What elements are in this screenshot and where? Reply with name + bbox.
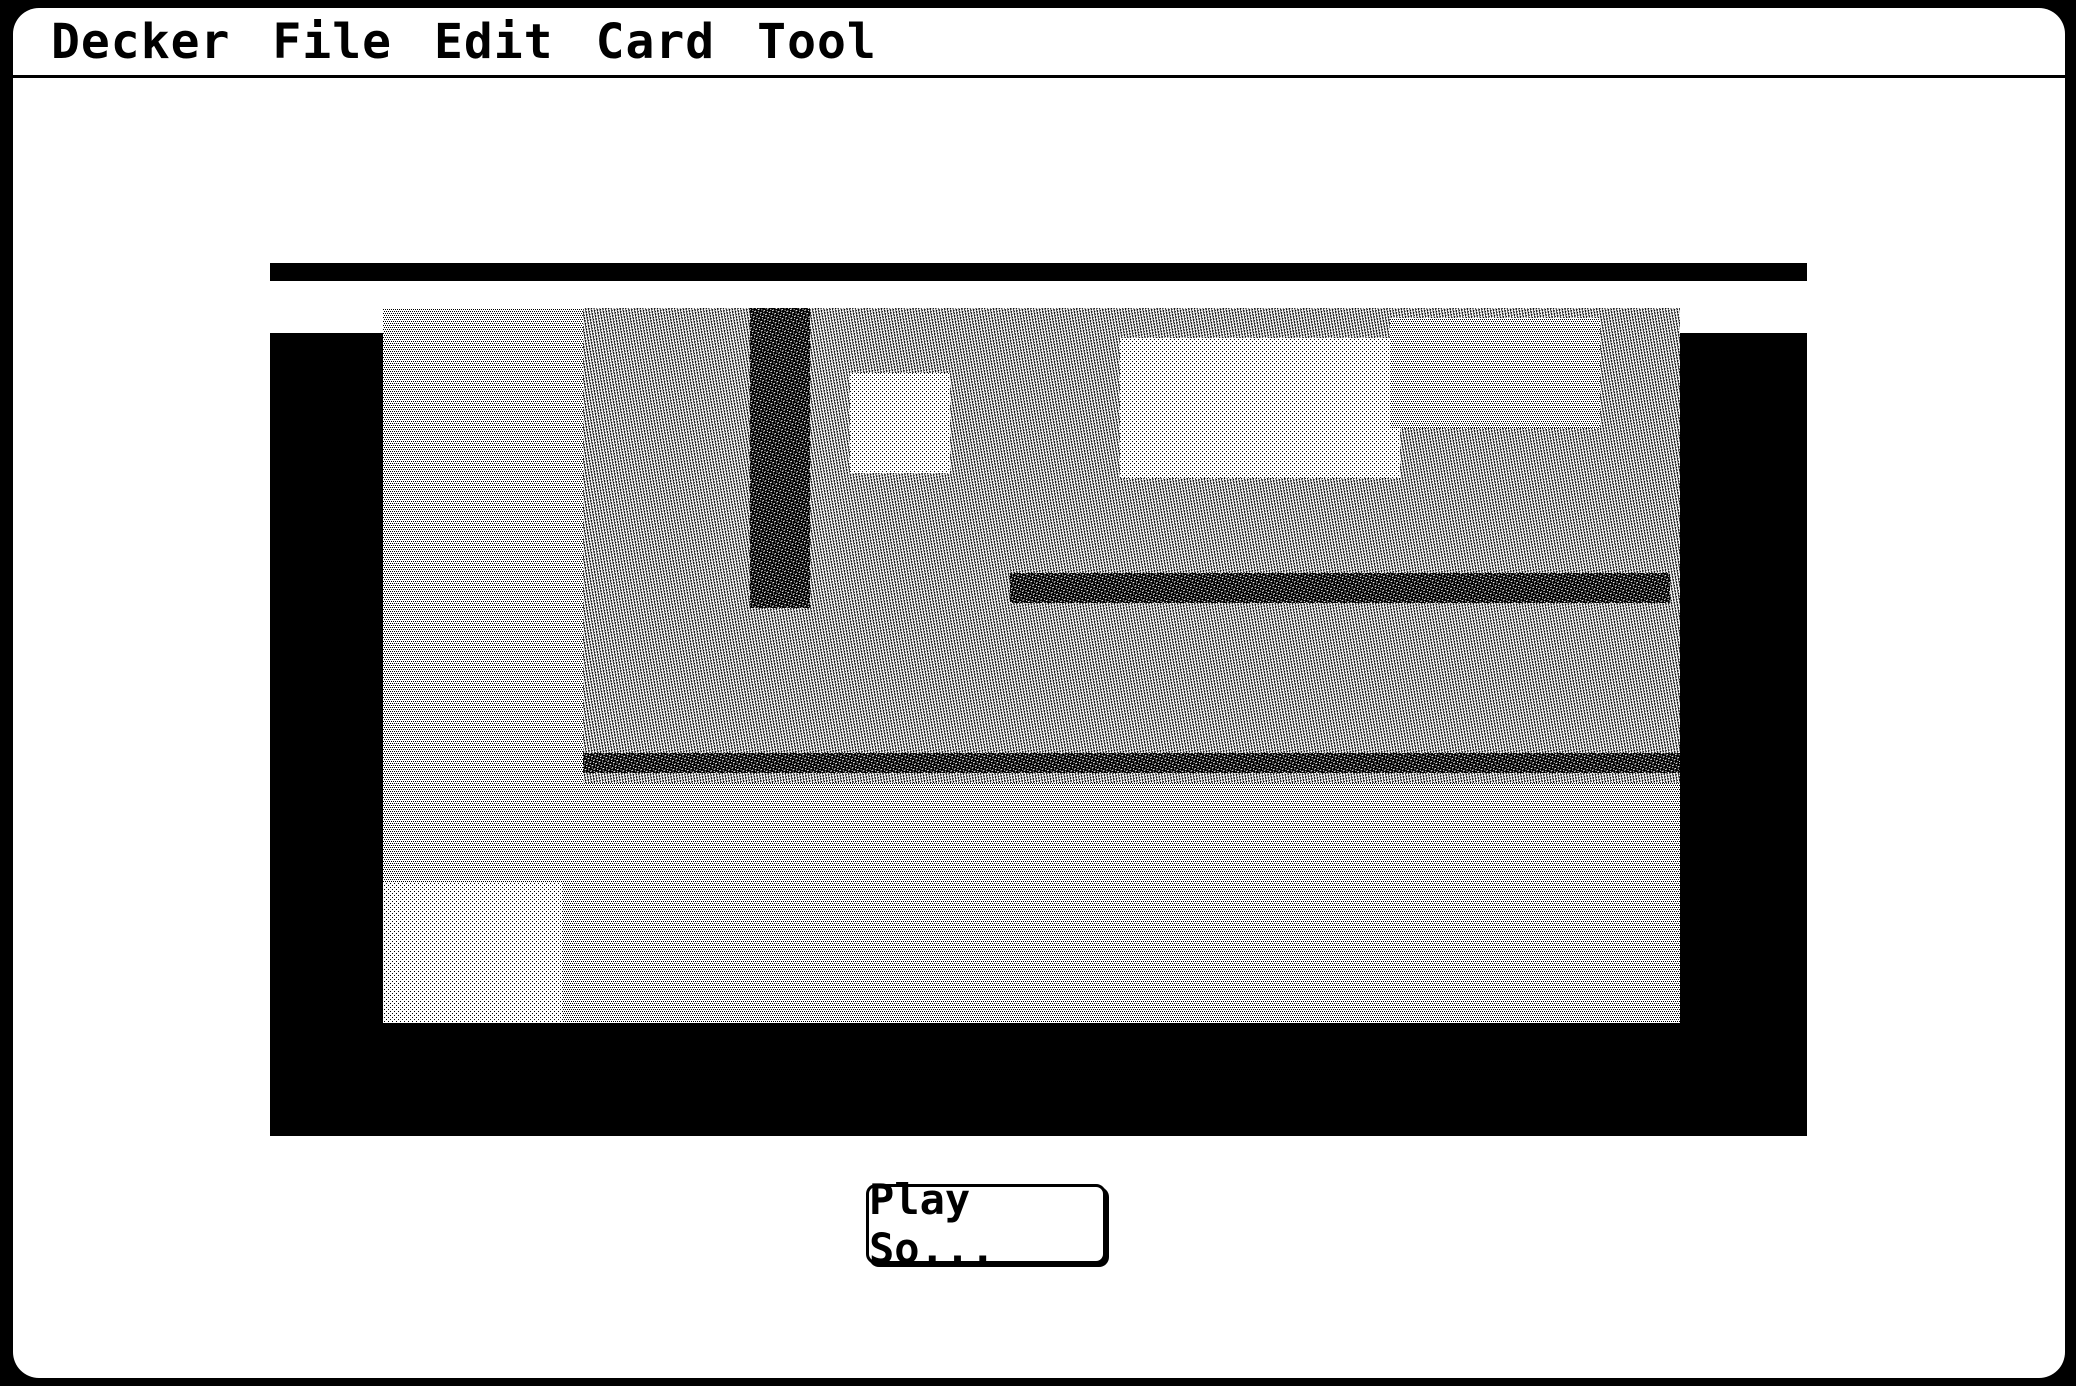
dithered-screenshot-image: [270, 263, 1807, 1136]
menu-file[interactable]: File: [272, 14, 392, 70]
decker-window: Decker File Edit Card Tool Play So...: [13, 8, 2065, 1378]
menu-edit[interactable]: Edit: [434, 14, 554, 70]
menubar: Decker File Edit Card Tool: [13, 8, 2065, 78]
menu-card[interactable]: Card: [596, 14, 716, 70]
menu-decker[interactable]: Decker: [51, 14, 230, 70]
play-sound-button[interactable]: Play So...: [866, 1175, 1106, 1273]
menu-tool[interactable]: Tool: [757, 14, 877, 70]
dithered-photo: [270, 308, 1807, 1136]
